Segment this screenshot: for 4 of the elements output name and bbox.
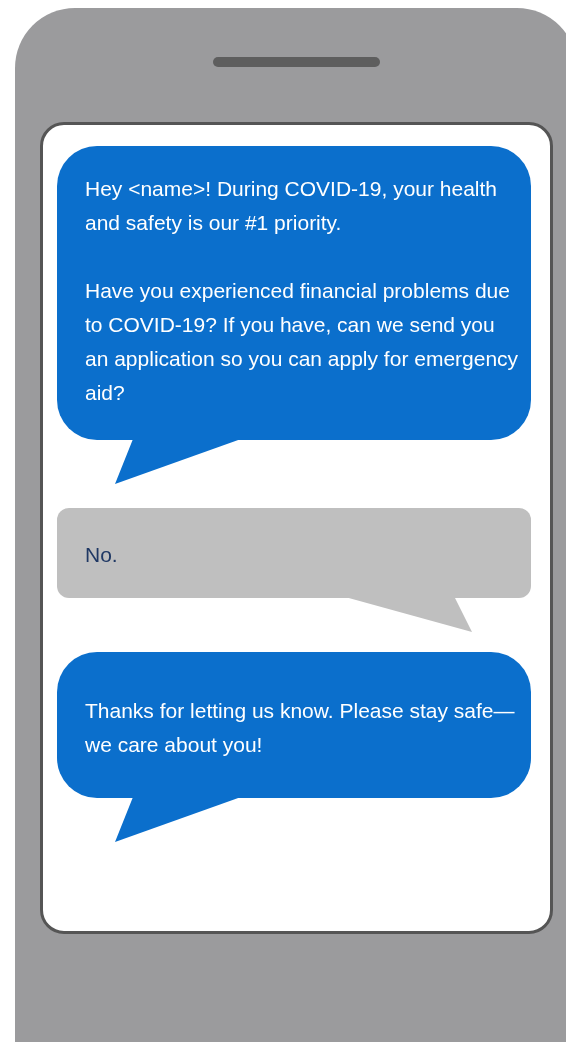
- message-text: Have you experienced financial problems due to COVID-19? If you have, can we send you an application so you can apply for emergency aid?: [85, 278, 520, 406]
- message-text: Hey <name>! During COVID-19, your health and safety is our #1 priority.: [85, 176, 499, 236]
- message-text: Thanks for letting us know. Please stay safe—we care about you!: [85, 698, 516, 758]
- message-text: No.: [85, 542, 119, 568]
